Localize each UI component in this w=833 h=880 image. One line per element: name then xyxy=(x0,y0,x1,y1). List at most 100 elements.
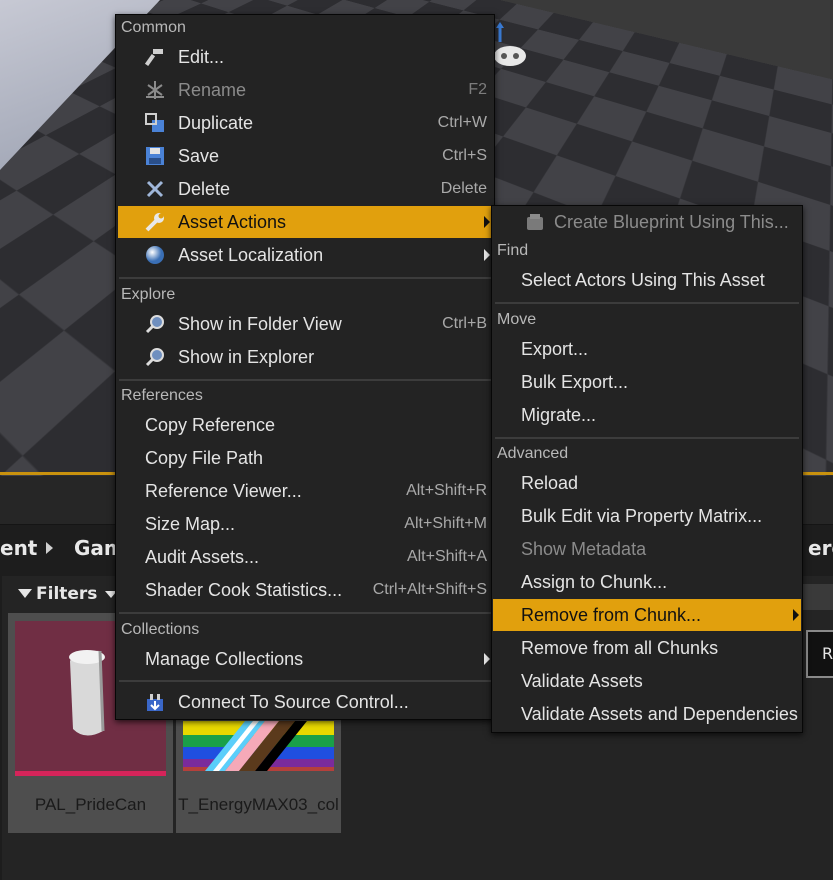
menu-item-label: Reference Viewer... xyxy=(145,480,302,501)
shortcut-label: Ctrl+Alt+Shift+S xyxy=(372,581,487,598)
menu-item-label: Manage Collections xyxy=(145,648,304,669)
section-header-explore: Explore xyxy=(121,286,176,303)
menu-item-label: Rename xyxy=(178,79,247,100)
save-icon xyxy=(146,147,164,165)
menu-separator xyxy=(119,379,491,381)
menu-item-label: Size Map... xyxy=(145,513,236,534)
menu-item-label: Migrate... xyxy=(521,404,597,425)
shortcut-label: Alt+Shift+A xyxy=(406,548,487,565)
menu-item-label: Connect To Source Control... xyxy=(178,691,409,712)
menu-item-label: Validate Assets and Dependencies xyxy=(521,703,798,724)
globe-icon xyxy=(146,246,164,264)
rename-menu-item[interactable]: Rename F2 xyxy=(118,74,492,106)
section-header-common: Common xyxy=(121,19,186,36)
menu-item-label: Remove from all Chunks xyxy=(521,637,719,658)
submenu-arrow-icon xyxy=(484,653,490,665)
menu-separator xyxy=(119,277,491,279)
duplicate-icon xyxy=(145,113,164,132)
remove-from-all-chunks-menu-item[interactable]: Remove from all Chunks xyxy=(494,632,800,664)
show-in-explorer-menu-item[interactable]: Show in Explorer xyxy=(118,341,492,373)
wrench-icon xyxy=(145,213,164,232)
menu-item-label: Bulk Export... xyxy=(521,371,629,392)
delete-icon xyxy=(146,180,164,198)
reload-menu-item[interactable]: Reload xyxy=(494,467,800,499)
breadcrumb-item[interactable]: erg xyxy=(808,536,833,560)
menu-item-label: Bulk Edit via Property Matrix... xyxy=(521,505,763,526)
size-map-menu-item[interactable]: Size Map... Alt+Shift+M xyxy=(118,508,492,540)
right-button[interactable]: R xyxy=(806,630,833,678)
menu-item-label: Reload xyxy=(521,472,579,493)
shader-cook-statistics-menu-item[interactable]: Shader Cook Statistics... Ctrl+Alt+Shift… xyxy=(118,574,492,606)
asset-actions-menu-item[interactable]: Asset Actions xyxy=(118,206,492,238)
copy-reference-menu-item[interactable]: Copy Reference xyxy=(118,409,492,441)
menu-item-label: Copy File Path xyxy=(145,447,264,468)
shortcut-label: Ctrl+S xyxy=(442,147,487,164)
menu-separator xyxy=(119,680,491,682)
create-blueprint-menu-item[interactable]: Create Blueprint Using This... xyxy=(494,206,800,238)
menu-separator xyxy=(495,437,799,439)
connect-source-control-menu-item[interactable]: Connect To Source Control... xyxy=(118,686,492,718)
menu-item-label: Duplicate xyxy=(178,112,254,133)
filters-label: Filters xyxy=(36,584,98,604)
show-metadata-menu-item[interactable]: Show Metadata xyxy=(494,533,800,565)
menu-item-label: Edit... xyxy=(178,46,225,67)
show-in-folder-view-menu-item[interactable]: Show in Folder View Ctrl+B xyxy=(118,308,492,340)
validate-assets-menu-item[interactable]: Validate Assets xyxy=(494,665,800,697)
reference-viewer-menu-item[interactable]: Reference Viewer... Alt+Shift+R xyxy=(118,475,492,507)
shortcut-label: Ctrl+W xyxy=(437,114,487,131)
delete-menu-item[interactable]: Delete Delete xyxy=(118,173,492,205)
menu-separator xyxy=(119,612,491,614)
validate-assets-dependencies-menu-item[interactable]: Validate Assets and Dependencies xyxy=(494,698,800,730)
asset-localization-menu-item[interactable]: Asset Localization xyxy=(118,239,492,271)
menu-item-label: Show in Folder View xyxy=(178,313,342,334)
select-actors-menu-item[interactable]: Select Actors Using This Asset xyxy=(494,264,800,296)
menu-item-label: Remove from Chunk... xyxy=(521,604,702,625)
section-header-find: Find xyxy=(497,242,529,259)
shortcut-label: Delete xyxy=(440,180,487,197)
migrate-menu-item[interactable]: Migrate... xyxy=(494,399,800,431)
remove-from-chunk-menu-item[interactable]: Remove from Chunk... xyxy=(493,599,801,631)
export-menu-item[interactable]: Export... xyxy=(494,333,800,365)
assign-to-chunk-menu-item[interactable]: Assign to Chunk... xyxy=(494,566,800,598)
shortcut-label: Alt+Shift+R xyxy=(406,482,487,499)
asset-name: T_EnergyMAX03_col xyxy=(178,795,339,814)
magnifier-icon xyxy=(145,348,164,367)
save-menu-item[interactable]: Save Ctrl+S xyxy=(118,140,492,172)
blueprint-icon xyxy=(527,214,543,230)
hammer-icon xyxy=(144,49,163,67)
menu-item-label: Assign to Chunk... xyxy=(521,571,668,592)
filters-button[interactable]: Filters xyxy=(18,584,118,604)
audit-assets-menu-item[interactable]: Audit Assets... Alt+Shift+A xyxy=(118,541,492,573)
breadcrumb-arrow-icon[interactable] xyxy=(46,542,53,554)
menu-item-label: Show Metadata xyxy=(521,538,647,559)
menu-item-label: Asset Actions xyxy=(178,211,287,232)
bulk-edit-menu-item[interactable]: Bulk Edit via Property Matrix... xyxy=(494,500,800,532)
shortcut-label: Ctrl+B xyxy=(442,315,487,332)
copy-file-path-menu-item[interactable]: Copy File Path xyxy=(118,442,492,474)
menu-item-label: Copy Reference xyxy=(145,414,276,435)
magnifier-icon xyxy=(145,315,164,334)
duplicate-menu-item[interactable]: Duplicate Ctrl+W xyxy=(118,107,492,139)
breadcrumb-item[interactable]: ent xyxy=(0,536,37,560)
menu-separator xyxy=(495,302,799,304)
source-control-icon xyxy=(147,694,163,711)
menu-item-label: Delete xyxy=(178,178,231,199)
shortcut-label: Alt+Shift+M xyxy=(404,515,487,532)
edit-menu-item[interactable]: Edit... xyxy=(118,41,492,73)
section-header-collections: Collections xyxy=(121,621,200,638)
submenu-arrow-icon xyxy=(484,249,490,261)
asset-actions-submenu: Create Blueprint Using This... Find Sele… xyxy=(491,205,803,733)
section-header-references: References xyxy=(121,387,203,404)
manage-collections-menu-item[interactable]: Manage Collections xyxy=(118,643,492,675)
menu-item-label: Select Actors Using This Asset xyxy=(521,269,765,290)
asset-name: PAL_PrideCan xyxy=(34,795,147,814)
menu-item-label: Validate Assets xyxy=(521,670,643,691)
menu-item-label: Save xyxy=(178,145,220,166)
menu-item-label: Export... xyxy=(521,338,589,359)
submenu-arrow-icon xyxy=(484,216,490,228)
menu-item-label: Show in Explorer xyxy=(178,346,315,367)
rename-icon xyxy=(146,81,164,99)
submenu-arrow-icon xyxy=(793,609,799,621)
menu-item-label: Create Blueprint Using This... xyxy=(554,211,789,232)
bulk-export-menu-item[interactable]: Bulk Export... xyxy=(494,366,800,398)
